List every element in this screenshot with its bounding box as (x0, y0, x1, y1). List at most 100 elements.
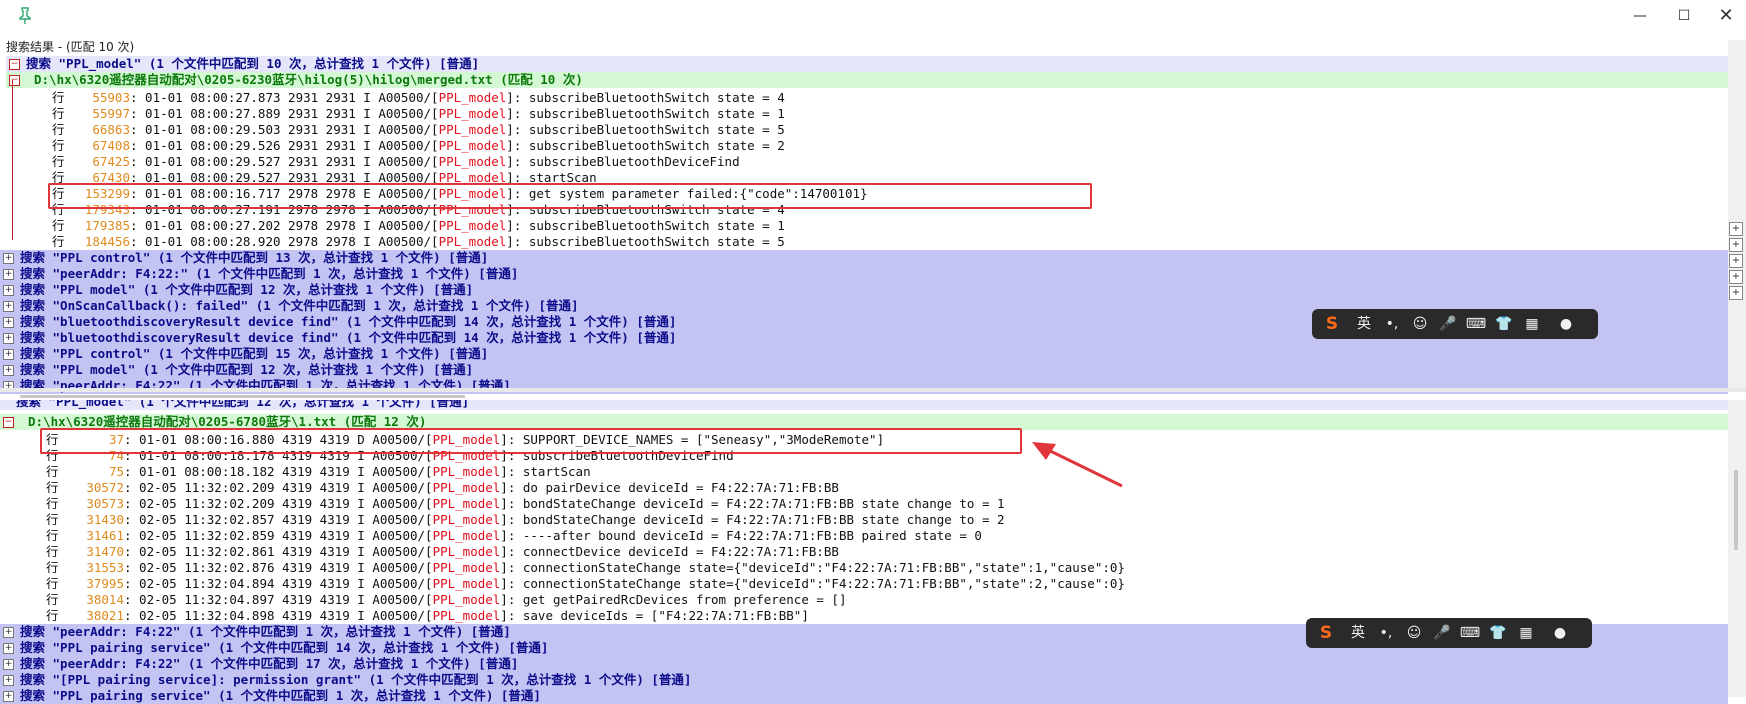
search-header-collapsed[interactable]: 搜索 "PPL model" (1 个文件中匹配到 12 次，总计查找 1 个文… (0, 282, 1728, 298)
mascot-icon[interactable]: ● (1546, 618, 1574, 648)
mascot-icon[interactable]: ● (1552, 309, 1580, 339)
line-number: 75 (108, 464, 124, 479)
line-number: 30572 (86, 480, 124, 495)
horizontal-scrollbar-thumb[interactable] (20, 395, 465, 398)
microphone-icon[interactable]: 🎤 (1434, 309, 1462, 339)
result-line[interactable]: 行 75: 01-01 08:00:18.182 4319 4319 I A005… (46, 464, 1728, 480)
line-prefix: 行 (52, 122, 65, 137)
expand-icon[interactable]: + (1729, 270, 1743, 284)
expand-icon[interactable]: + (1729, 286, 1743, 300)
search-header-collapsed[interactable]: 搜索 "PPL control" (1 个文件中匹配到 13 次，总计查找 1 … (0, 250, 1728, 266)
tree-guide-line (12, 80, 13, 240)
result-line[interactable]: 行 66863: 01-01 08:00:29.503 2931 2931 I A… (52, 122, 1728, 138)
punctuation-icon[interactable]: •, (1378, 309, 1406, 339)
expand-icon[interactable]: + (3, 285, 14, 296)
punctuation-icon[interactable]: •, (1372, 618, 1400, 648)
pin-icon[interactable] (18, 7, 32, 29)
ime-toolbar[interactable]: S 英 •, ☺ 🎤 ⌨ 👕 ▦ ● (1312, 309, 1598, 339)
search-header-collapsed[interactable]: 搜索 "PPL pairing service" (1 个文件中匹配到 1 次，… (0, 688, 1728, 704)
expand-icon[interactable]: + (3, 365, 14, 376)
result-line[interactable]: 行 38014: 02-05 11:32:04.897 4319 4319 I A… (46, 592, 1728, 608)
collapse-icon[interactable]: − (9, 59, 20, 70)
result-line[interactable]: 行 30573: 02-05 11:32:02.209 4319 4319 I A… (46, 496, 1728, 512)
collapse-icon[interactable]: − (3, 417, 14, 428)
line-text: : 02-05 11:32:02.857 4319 4319 I A00500/… (124, 512, 433, 527)
match-keyword: PPL_model (432, 464, 501, 479)
keyboard-icon[interactable]: ⌨ (1462, 309, 1490, 339)
sogou-logo[interactable]: S (1318, 309, 1346, 339)
result-line[interactable]: 行 184456: 01-01 08:00:28.920 2978 2978 I … (52, 234, 1728, 250)
line-number: 31461 (86, 528, 124, 543)
result-line[interactable]: 行 67425: 01-01 08:00:29.527 2931 2931 I A… (52, 154, 1728, 170)
keyboard-icon[interactable]: ⌨ (1456, 618, 1484, 648)
line-text: : 02-05 11:32:02.209 4319 4319 I A00500/… (124, 480, 433, 495)
line-prefix: 行 (46, 496, 59, 511)
expand-icon[interactable]: + (3, 675, 14, 686)
line-prefix: 行 (52, 234, 65, 249)
file-path-row[interactable]: D:\hx\6320遥控器自动配对\0205-6230蓝牙\hilog(5)\h… (6, 72, 1728, 88)
search-header-label: 搜索 "[PPL pairing service]: permission gr… (20, 672, 692, 687)
ime-lang-toggle[interactable]: 英 (1350, 309, 1378, 339)
expand-icon[interactable]: + (3, 269, 14, 280)
line-text: ]: bondStateChange deviceId = F4:22:7A:7… (500, 496, 1005, 511)
result-line[interactable]: 行 55903: 01-01 08:00:27.873 2931 2931 I A… (52, 90, 1728, 106)
expand-icon[interactable]: + (3, 659, 14, 670)
sogou-logo[interactable]: S (1312, 618, 1340, 648)
match-keyword: PPL_model (432, 576, 501, 591)
search-header-expanded[interactable]: 搜索 "PPL_model" (1 个文件中匹配到 10 次，总计查找 1 个文… (6, 56, 1728, 72)
expand-icon[interactable]: + (1729, 222, 1743, 236)
ime-lang-toggle[interactable]: 英 (1344, 618, 1372, 648)
result-line[interactable]: 行 179385: 01-01 08:00:27.202 2978 2978 I … (52, 218, 1728, 234)
skin-icon[interactable]: 👕 (1490, 309, 1518, 339)
right-scrollbar-top[interactable] (1728, 40, 1746, 388)
search-header-collapsed[interactable]: 搜索 "PPL model" (1 个文件中匹配到 12 次，总计查找 1 个文… (0, 362, 1728, 378)
result-line[interactable]: 行 31461: 02-05 11:32:02.859 4319 4319 I A… (46, 528, 1728, 544)
search-header-label: 搜索 "PPL control" (1 个文件中匹配到 15 次，总计查找 1 … (20, 346, 489, 361)
result-line[interactable]: 行 31430: 02-05 11:32:02.857 4319 4319 I A… (46, 512, 1728, 528)
minimize-icon[interactable]: — (1620, 4, 1660, 28)
expand-icon[interactable]: + (3, 333, 14, 344)
line-prefix: 行 (46, 480, 59, 495)
result-line[interactable]: 行 37995: 02-05 11:32:04.894 4319 4319 I A… (46, 576, 1728, 592)
toolbox-icon[interactable]: ▦ (1518, 309, 1546, 339)
line-prefix: 行 (52, 90, 65, 105)
result-line[interactable]: 行 67408: 01-01 08:00:29.526 2931 2931 I A… (52, 138, 1728, 154)
expand-icon[interactable]: + (3, 627, 14, 638)
expand-icon[interactable]: + (3, 643, 14, 654)
match-keyword: PPL_model (438, 234, 507, 249)
line-prefix: 行 (52, 154, 65, 169)
search-header-collapsed[interactable]: 搜索 "PPL control" (1 个文件中匹配到 15 次，总计查找 1 … (0, 346, 1728, 362)
pane-splitter[interactable] (0, 388, 1746, 392)
result-line[interactable]: 行 31553: 02-05 11:32:02.876 4319 4319 I A… (46, 560, 1728, 576)
search-header-collapsed[interactable]: 搜索 "peerAddr: F4:22:" (1 个文件中匹配到 1 次，总计查… (0, 266, 1728, 282)
vertical-scrollbar-thumb[interactable] (1734, 470, 1738, 550)
result-line[interactable]: 行 30572: 02-05 11:32:02.209 4319 4319 I A… (46, 480, 1728, 496)
close-icon[interactable]: ✕ (1706, 4, 1746, 28)
search-header-collapsed[interactable]: 搜索 "[PPL pairing service]: permission gr… (0, 672, 1728, 688)
expand-icon[interactable]: + (3, 301, 14, 312)
search-header-label: 搜索 "PPL pairing service" (1 个文件中匹配到 14 次… (20, 640, 549, 655)
expand-icon[interactable]: + (1729, 254, 1743, 268)
maximize-icon[interactable]: ☐ (1664, 4, 1704, 28)
line-text: ]: bondStateChange deviceId = F4:22:7A:7… (500, 512, 1005, 527)
emoji-icon[interactable]: ☺ (1406, 309, 1434, 339)
search-header-collapsed[interactable]: 搜索 "peerAddr: F4:22" (1 个文件中匹配到 17 次，总计查… (0, 656, 1728, 672)
microphone-icon[interactable]: 🎤 (1428, 618, 1456, 648)
expand-icon[interactable]: + (3, 349, 14, 360)
result-line[interactable]: 行 55997: 01-01 08:00:27.889 2931 2931 I A… (52, 106, 1728, 122)
search-header-partial[interactable]: 搜索 "PPL_model" (1 个文件中匹配到 12 次，总计查找 1 个文… (0, 400, 1728, 410)
expand-icon[interactable]: + (1729, 238, 1743, 252)
expand-icon[interactable]: + (3, 317, 14, 328)
line-text: ]: get getPairedRcDevices from preferenc… (500, 592, 847, 607)
line-number: 55997 (92, 106, 130, 121)
line-number: 67408 (92, 138, 130, 153)
emoji-icon[interactable]: ☺ (1400, 618, 1428, 648)
line-number: 37995 (86, 576, 124, 591)
expand-icon[interactable]: + (3, 253, 14, 264)
toolbox-icon[interactable]: ▦ (1512, 618, 1540, 648)
collapse-icon[interactable]: − (9, 75, 20, 86)
search-header-label: 搜索 "PPL pairing service" (1 个文件中匹配到 1 次，… (20, 688, 541, 703)
ime-toolbar[interactable]: S 英 •, ☺ 🎤 ⌨ 👕 ▦ ● (1306, 618, 1592, 648)
skin-icon[interactable]: 👕 (1484, 618, 1512, 648)
result-line[interactable]: 行 31470: 02-05 11:32:02.861 4319 4319 I A… (46, 544, 1728, 560)
